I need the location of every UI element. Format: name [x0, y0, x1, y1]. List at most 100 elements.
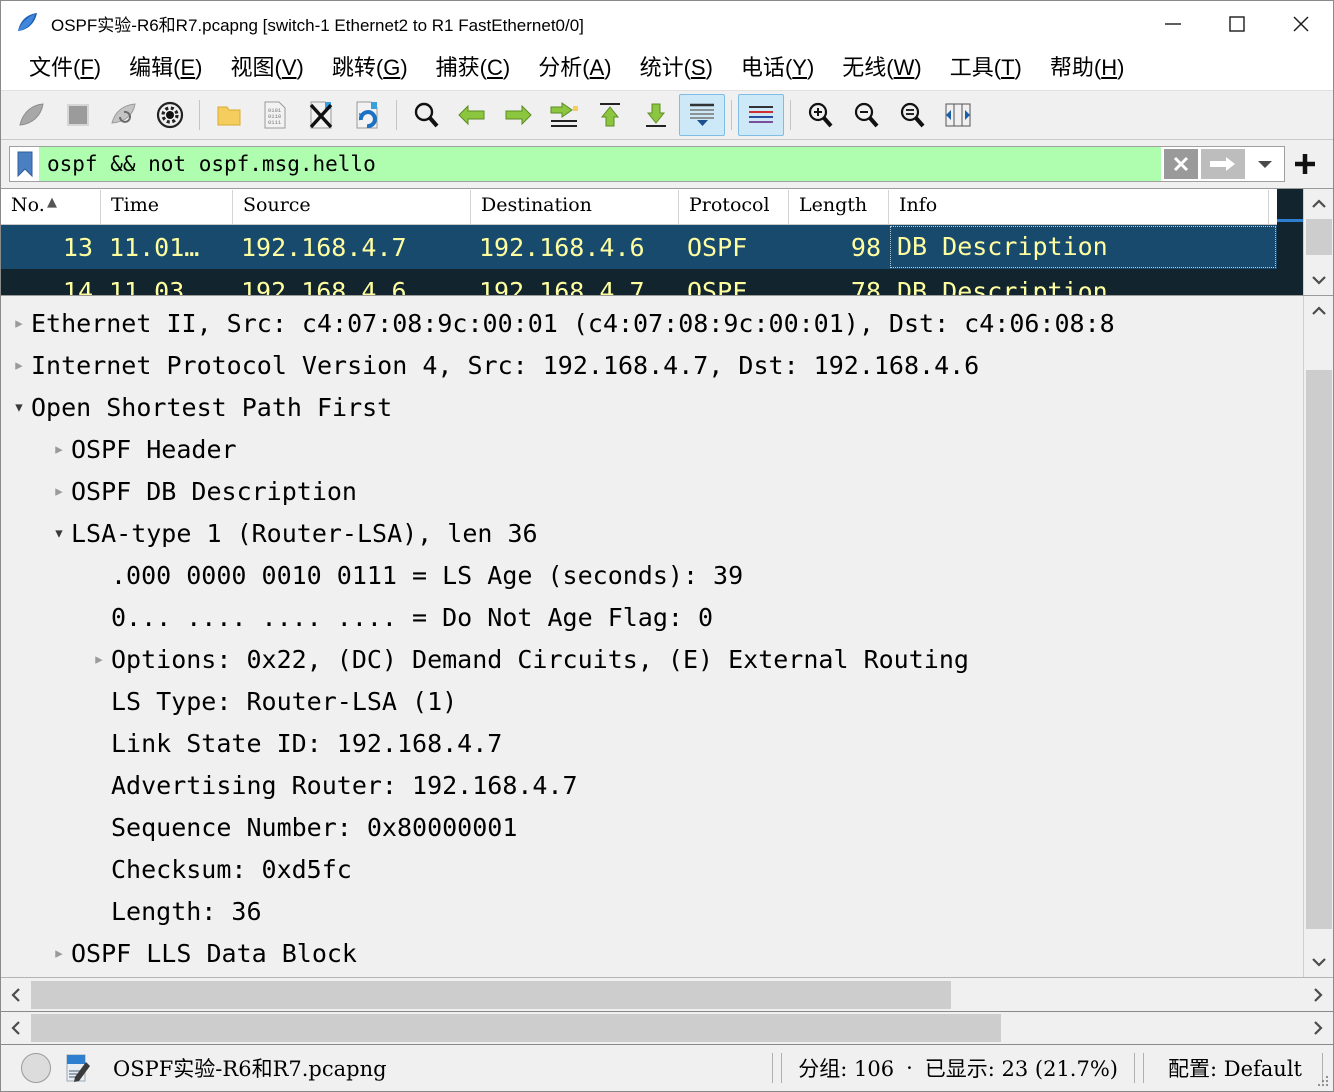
packet-details-horizontal-scrollbar[interactable]: [1, 977, 1333, 1011]
tree-item-ospf-lls-data-block[interactable]: ▸ OSPF LLS Data Block: [1, 932, 1303, 974]
stop-capture-icon[interactable]: [55, 94, 101, 136]
capture-file-properties-icon[interactable]: [65, 1053, 91, 1083]
go-to-packet-icon[interactable]: [541, 94, 587, 136]
scroll-down-icon[interactable]: [1304, 265, 1334, 295]
scroll-track[interactable]: [1304, 326, 1334, 947]
chevron-right-icon[interactable]: ▸: [87, 648, 111, 670]
display-filter-input[interactable]: ospf && not ospf.msg.hello: [39, 146, 1161, 182]
menu-item-wireless[interactable]: 无线(W): [828, 57, 935, 79]
column-header-destination[interactable]: Destination: [471, 190, 679, 224]
menu-item-view[interactable]: 视图(V): [216, 57, 317, 79]
scroll-down-icon[interactable]: [1304, 947, 1334, 977]
tree-item-ipv4[interactable]: ▸ Internet Protocol Version 4, Src: 192.…: [1, 344, 1303, 386]
find-packet-icon[interactable]: [403, 94, 449, 136]
open-file-icon[interactable]: [206, 94, 252, 136]
scroll-right-icon[interactable]: [1303, 979, 1333, 1011]
scroll-track[interactable]: [31, 979, 1303, 1011]
scroll-thumb[interactable]: [1306, 370, 1332, 929]
menu-item-telephony[interactable]: 电话(Y): [727, 57, 828, 79]
column-header-info[interactable]: Info: [889, 190, 1269, 224]
scroll-up-icon[interactable]: [1304, 296, 1334, 326]
tree-item-ospf-db-description[interactable]: ▸ OSPF DB Description: [1, 470, 1303, 512]
tree-item-checksum[interactable]: ▸ Checksum: 0xd5fc: [1, 848, 1303, 890]
auto-scroll-icon[interactable]: [679, 94, 725, 136]
tree-item-ls-type[interactable]: ▸ LS Type: Router-LSA (1): [1, 680, 1303, 722]
packet-bytes-horizontal-scrollbar[interactable]: [1, 1011, 1333, 1045]
zoom-out-icon[interactable]: [843, 94, 889, 136]
reload-file-icon[interactable]: [344, 94, 390, 136]
status-profile[interactable]: 配置: Default: [1168, 1053, 1302, 1083]
tree-item-ls-age[interactable]: ▸ .000 0000 0010 0111 = LS Age (seconds)…: [1, 554, 1303, 596]
chevron-down-icon[interactable]: ▾: [47, 522, 71, 544]
restart-capture-icon[interactable]: [101, 94, 147, 136]
go-to-last-icon[interactable]: [633, 94, 679, 136]
bookmark-icon[interactable]: [9, 146, 39, 182]
tree-item-ethernet[interactable]: ▸ Ethernet II, Src: c4:07:08:9c:00:01 (c…: [1, 302, 1303, 344]
menu-item-capture[interactable]: 捕获(C): [422, 57, 525, 79]
go-to-first-icon[interactable]: [587, 94, 633, 136]
menu-item-edit[interactable]: 编辑(E): [115, 57, 216, 79]
chevron-right-icon[interactable]: ▸: [7, 354, 31, 376]
menu-item-go[interactable]: 跳转(G): [318, 57, 422, 79]
colorize-icon[interactable]: [738, 94, 784, 136]
menu-item-help[interactable]: 帮助(H): [1036, 57, 1139, 79]
tree-item-ospf[interactable]: ▾ Open Shortest Path First: [1, 386, 1303, 428]
tree-item-link-state-id[interactable]: ▸ Link State ID: 192.168.4.7: [1, 722, 1303, 764]
scroll-track[interactable]: [31, 1012, 1303, 1044]
close-file-icon[interactable]: [298, 94, 344, 136]
column-header-source[interactable]: Source: [233, 190, 471, 224]
minimize-button[interactable]: [1141, 1, 1205, 46]
capture-options-icon[interactable]: [147, 94, 193, 136]
scroll-thumb[interactable]: [31, 981, 951, 1009]
packet-details-tree[interactable]: ▸ Ethernet II, Src: c4:07:08:9c:00:01 (c…: [1, 296, 1303, 977]
scroll-thumb[interactable]: [1306, 219, 1332, 255]
scroll-thumb[interactable]: [31, 1014, 1001, 1042]
scroll-track[interactable]: [1304, 219, 1334, 265]
chevron-down-icon[interactable]: [1248, 149, 1282, 179]
packet-list-intelligent-scrollbar[interactable]: [1277, 189, 1303, 295]
tree-item-advertising-router[interactable]: ▸ Advertising Router: 192.168.4.7: [1, 764, 1303, 806]
start-capture-icon[interactable]: [9, 94, 55, 136]
add-filter-button-icon[interactable]: [1285, 144, 1325, 184]
packet-list-pane[interactable]: No. ▲ Time Source Destination Protocol L…: [1, 188, 1333, 296]
apply-arrow-icon[interactable]: [1201, 149, 1245, 179]
scroll-left-icon[interactable]: [1, 979, 31, 1011]
tree-item-do-not-age-flag[interactable]: ▸ 0... .... .... .... = Do Not Age Flag:…: [1, 596, 1303, 638]
column-header-time[interactable]: Time: [101, 190, 233, 224]
chevron-right-icon[interactable]: ▸: [47, 942, 71, 964]
tree-item-options[interactable]: ▸ Options: 0x22, (DC) Demand Circuits, (…: [1, 638, 1303, 680]
tree-item-ospf-header[interactable]: ▸ OSPF Header: [1, 428, 1303, 470]
expert-info-icon[interactable]: [21, 1053, 51, 1083]
tree-item-lsa-type-1[interactable]: ▾ LSA-type 1 (Router-LSA), len 36: [1, 512, 1303, 554]
zoom-reset-icon[interactable]: [889, 94, 935, 136]
go-back-icon[interactable]: [449, 94, 495, 136]
go-forward-icon[interactable]: [495, 94, 541, 136]
menu-item-analyze[interactable]: 分析(A): [524, 57, 625, 79]
chevron-right-icon[interactable]: ▸: [47, 480, 71, 502]
menu-item-statistics[interactable]: 统计(S): [626, 57, 727, 79]
column-header-length[interactable]: Length: [789, 190, 889, 224]
table-row[interactable]: 13 11.01… 192.168.4.7 192.168.4.6 OSPF 9…: [1, 225, 1277, 269]
tree-item-length[interactable]: ▸ Length: 36: [1, 890, 1303, 932]
clear-icon[interactable]: [1164, 149, 1198, 179]
chevron-right-icon[interactable]: ▸: [7, 312, 31, 334]
packet-details-pane[interactable]: ▸ Ethernet II, Src: c4:07:08:9c:00:01 (c…: [1, 296, 1333, 977]
chevron-down-icon[interactable]: ▾: [7, 396, 31, 418]
menu-item-file[interactable]: 文件(F): [15, 57, 115, 79]
packet-details-vertical-scrollbar[interactable]: [1303, 296, 1333, 977]
packet-list-vertical-scrollbar[interactable]: [1303, 189, 1333, 295]
menu-item-tools[interactable]: 工具(T): [936, 57, 1036, 79]
table-row[interactable]: 14 11.03 192.168.4.6 192.168.4.7 OSPF 78…: [1, 269, 1277, 295]
scroll-up-icon[interactable]: [1304, 189, 1334, 219]
chevron-right-icon[interactable]: ▸: [47, 438, 71, 460]
scroll-left-icon[interactable]: [1, 1012, 31, 1044]
column-header-no[interactable]: No. ▲: [1, 190, 101, 224]
scroll-right-icon[interactable]: [1303, 1012, 1333, 1044]
resize-grip-icon[interactable]: [1316, 1074, 1330, 1088]
close-button[interactable]: [1269, 1, 1333, 46]
save-file-icon[interactable]: 010101100111: [252, 94, 298, 136]
tree-item-sequence-number[interactable]: ▸ Sequence Number: 0x80000001: [1, 806, 1303, 848]
zoom-in-icon[interactable]: [797, 94, 843, 136]
maximize-button[interactable]: [1205, 1, 1269, 46]
resize-columns-icon[interactable]: [935, 94, 981, 136]
